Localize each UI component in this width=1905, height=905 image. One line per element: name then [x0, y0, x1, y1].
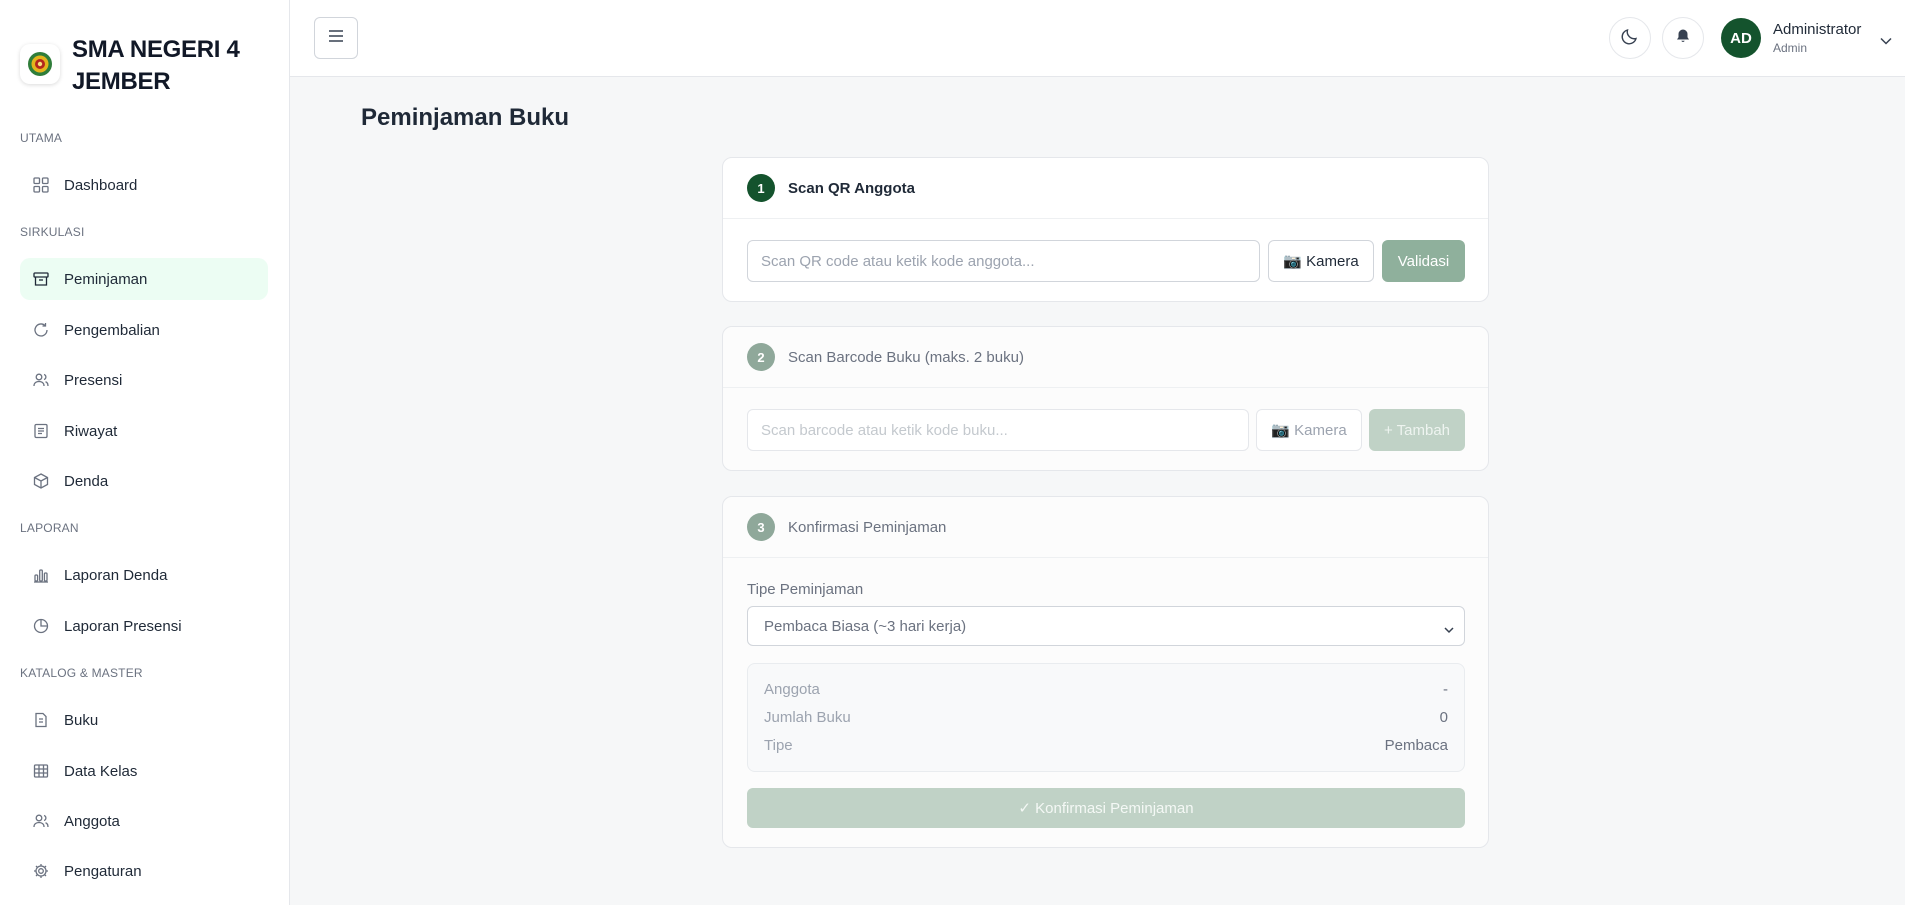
chevron-down-icon — [1444, 621, 1454, 638]
summary-key: Jumlah Buku — [764, 709, 851, 726]
step1-card: 1 Scan QR Anggota Scan QR code atau keti… — [722, 157, 1489, 302]
brand-name: SMA NEGERI 4 JEMBER — [72, 36, 240, 95]
summary-row: Anggota - — [764, 681, 1448, 698]
sidebar-item-label: Dashboard — [64, 176, 138, 194]
top-header: AD Administrator Admin — [290, 0, 1905, 77]
sidebar: SMA NEGERI 4 JEMBER UTAMA Dashboard SIRK… — [0, 0, 290, 905]
loan-type-select[interactable]: Pembaca Biasa (~3 hari kerja) — [747, 606, 1465, 646]
sidebar-item-pengembalian[interactable]: Pengembalian — [20, 309, 268, 351]
package-icon — [32, 472, 50, 490]
users-icon — [32, 371, 50, 389]
step-number-badge: 2 — [747, 343, 775, 371]
user-name[interactable]: Administrator — [1773, 21, 1861, 38]
sidebar-item-riwayat[interactable]: Riwayat — [20, 410, 268, 452]
member-code-input[interactable]: Scan QR code atau ketik kode anggota... — [747, 240, 1260, 282]
refresh-icon — [32, 321, 50, 339]
step2-card: 2 Scan Barcode Buku (maks. 2 buku) Scan … — [722, 326, 1489, 471]
gear-icon — [32, 862, 50, 880]
dark-mode-toggle-button[interactable] — [1609, 17, 1651, 59]
book-code-input[interactable]: Scan barcode atau ketik kode buku... — [747, 409, 1249, 451]
sidebar-item-label: Buku — [64, 711, 99, 729]
menu-toggle-button[interactable] — [314, 17, 358, 59]
validate-button[interactable]: Validasi — [1382, 240, 1465, 282]
step1-header: 1 Scan QR Anggota — [723, 158, 1488, 219]
confirm-loan-button[interactable]: ✓ Konfirmasi Peminjaman — [747, 788, 1465, 828]
step-number-badge: 3 — [747, 513, 775, 541]
sidebar-item-label: Pengembalian — [64, 321, 160, 339]
loan-type-selected: Pembaca Biasa (~3 hari kerja) — [764, 617, 967, 635]
section-label-sirkulasi: SIRKULASI — [20, 225, 85, 239]
page-title: Peminjaman Buku — [361, 104, 570, 131]
summary-row: Jumlah Buku 0 — [764, 709, 1448, 726]
sidebar-item-laporan-denda[interactable]: Laporan Denda — [20, 554, 268, 596]
step3-header: 3 Konfirmasi Peminjaman — [723, 497, 1488, 558]
sidebar-item-label: Denda — [64, 472, 109, 490]
sidebar-item-label: Peminjaman — [64, 270, 148, 288]
sidebar-item-data-kelas[interactable]: Data Kelas — [20, 750, 268, 792]
sidebar-item-label: Laporan Presensi — [64, 617, 182, 635]
list-icon — [32, 422, 50, 440]
brand: SMA NEGERI 4 JEMBER — [20, 34, 252, 98]
book-camera-button[interactable]: 📷 Kamera — [1256, 409, 1362, 451]
chevron-down-icon[interactable] — [1880, 32, 1892, 50]
table-icon — [32, 762, 50, 780]
add-book-button[interactable]: + Tambah — [1369, 409, 1465, 451]
sidebar-item-label: Pengaturan — [64, 862, 142, 880]
step3-card: 3 Konfirmasi Peminjaman Tipe Peminjaman … — [722, 496, 1489, 848]
loan-summary: Anggota - Jumlah Buku 0 Tipe Pembaca — [747, 663, 1465, 772]
sidebar-item-pengaturan[interactable]: Pengaturan — [20, 850, 268, 892]
sidebar-item-laporan-presensi[interactable]: Laporan Presensi — [20, 605, 268, 647]
users-icon — [32, 812, 50, 830]
sidebar-item-dashboard[interactable]: Dashboard — [20, 164, 268, 206]
sidebar-item-peminjaman[interactable]: Peminjaman — [20, 258, 268, 300]
section-label-katalog: KATALOG & MASTER — [20, 666, 143, 680]
notification-button[interactable] — [1662, 17, 1704, 59]
section-label-utama: UTAMA — [20, 131, 63, 145]
moon-icon — [1621, 27, 1639, 50]
step-number-badge: 1 — [747, 174, 775, 202]
pie-chart-icon — [32, 617, 50, 635]
hamburger-icon — [328, 29, 344, 48]
step3-title: Konfirmasi Peminjaman — [788, 518, 947, 536]
sidebar-item-denda[interactable]: Denda — [20, 460, 268, 502]
sidebar-item-presensi[interactable]: Presensi — [20, 359, 268, 401]
sidebar-item-label: Anggota — [64, 812, 120, 830]
step2-header: 2 Scan Barcode Buku (maks. 2 buku) — [723, 327, 1488, 388]
summary-key: Anggota — [764, 681, 820, 698]
bar-chart-icon — [32, 566, 50, 584]
avatar[interactable]: AD — [1721, 18, 1761, 58]
bell-icon — [1675, 28, 1691, 49]
sidebar-item-anggota[interactable]: Anggota — [20, 800, 268, 842]
member-camera-button[interactable]: 📷 Kamera — [1268, 240, 1374, 282]
school-emblem-icon — [20, 44, 60, 84]
user-role: Admin — [1773, 41, 1808, 55]
summary-value: Pembaca — [1384, 737, 1448, 754]
summary-value: - — [1443, 681, 1448, 698]
loan-type-label: Tipe Peminjaman — [747, 581, 864, 598]
summary-value: 0 — [1439, 709, 1448, 726]
section-label-laporan: LAPORAN — [20, 521, 79, 535]
sidebar-item-label: Laporan Denda — [64, 566, 168, 584]
sidebar-item-buku[interactable]: Buku — [20, 699, 268, 741]
grid-icon — [32, 176, 50, 194]
sidebar-item-label: Presensi — [64, 371, 123, 389]
sidebar-item-label: Data Kelas — [64, 762, 138, 780]
summary-key: Tipe — [764, 737, 793, 754]
archive-box-icon — [32, 270, 50, 288]
step1-title: Scan QR Anggota — [788, 179, 915, 197]
book-icon — [32, 711, 50, 729]
sidebar-item-label: Riwayat — [64, 422, 118, 440]
summary-row: Tipe Pembaca — [764, 737, 1448, 754]
step2-title: Scan Barcode Buku (maks. 2 buku) — [788, 348, 1024, 366]
